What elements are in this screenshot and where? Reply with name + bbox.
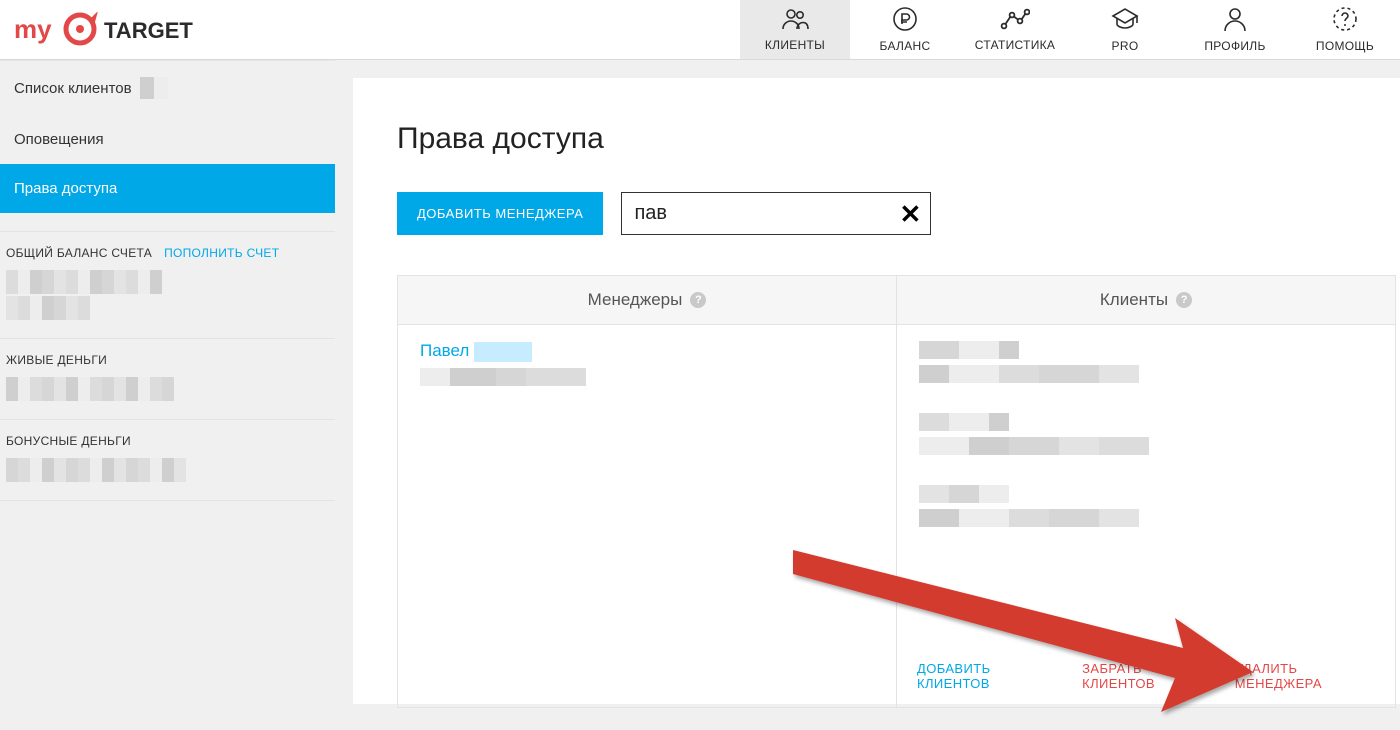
add-manager-button[interactable]: ДОБАВИТЬ МЕНЕДЖЕРА xyxy=(397,192,603,235)
redacted-value xyxy=(919,509,1373,527)
svg-text:my: my xyxy=(14,14,52,44)
redacted-value xyxy=(919,437,1373,455)
topnav-label: PRO xyxy=(1112,39,1139,53)
redacted-value xyxy=(919,341,1373,359)
managers-clients-grid: Менеджеры ? Павел xyxy=(397,275,1396,708)
balance-section: ОБЩИЙ БАЛАНС СЧЕТА ПОПОЛНИТЬ СЧЕТ xyxy=(0,231,335,339)
help-icon[interactable]: ? xyxy=(690,292,706,308)
sidebar-item-label: Права доступа xyxy=(14,180,117,197)
topnav-pro[interactable]: PRO xyxy=(1070,0,1180,59)
clients-icon xyxy=(780,7,810,34)
topnav-help[interactable]: ПОМОЩЬ xyxy=(1290,0,1400,59)
topnav-label: ПОМОЩЬ xyxy=(1316,39,1374,53)
balance-icon xyxy=(892,6,918,35)
help-icon xyxy=(1332,6,1358,35)
main-content: Права доступа ДОБАВИТЬ МЕНЕДЖЕРА ✕ Менед… xyxy=(353,78,1400,704)
live-money-section: ЖИВЫЕ ДЕНЬГИ xyxy=(0,339,335,420)
sidebar-item-label: Оповещения xyxy=(14,131,104,148)
delete-manager-link[interactable]: УДАЛИТЬ МЕНЕДЖЕРА xyxy=(1235,661,1375,691)
top-header: my TARGET КЛИЕНТЫ xyxy=(0,0,1400,60)
clear-search-icon[interactable]: ✕ xyxy=(899,201,921,227)
sidebar-item-notifications[interactable]: Оповещения xyxy=(0,115,335,164)
logo[interactable]: my TARGET xyxy=(0,0,740,59)
redacted-value xyxy=(6,377,325,401)
sidebar-item-clients-list[interactable]: Список клиентов xyxy=(0,61,335,115)
client-count-chip xyxy=(140,77,170,99)
toolbar: ДОБАВИТЬ МЕНЕДЖЕРА ✕ xyxy=(397,192,1400,235)
top-nav: КЛИЕНТЫ БАЛАНС СТАТИСТИКА xyxy=(740,0,1400,59)
page-title: Права доступа xyxy=(397,122,1400,156)
search-input[interactable] xyxy=(634,194,899,233)
live-money-label: ЖИВЫЕ ДЕНЬГИ xyxy=(6,353,107,367)
balance-label: ОБЩИЙ БАЛАНС СЧЕТА xyxy=(6,246,152,260)
topnav-label: БАЛАНС xyxy=(880,39,931,53)
redacted-value xyxy=(919,485,1373,503)
topnav-balance[interactable]: БАЛАНС xyxy=(850,0,960,59)
redacted-value xyxy=(6,296,325,320)
add-clients-link[interactable]: ДОБАВИТЬ КЛИЕНТОВ xyxy=(917,661,1054,691)
profile-icon xyxy=(1222,6,1248,35)
topup-link[interactable]: ПОПОЛНИТЬ СЧЕТ xyxy=(164,246,279,260)
list-item[interactable] xyxy=(919,485,1373,527)
topnav-label: ПРОФИЛЬ xyxy=(1204,39,1265,53)
column-header-managers: Менеджеры ? xyxy=(398,276,896,325)
bonus-money-label: БОНУСНЫЕ ДЕНЬГИ xyxy=(6,434,131,448)
redacted-value xyxy=(919,365,1373,383)
sidebar-item-access-rights[interactable]: Права доступа xyxy=(0,164,335,213)
sidebar-item-label: Список клиентов xyxy=(14,80,132,97)
topnav-label: КЛИЕНТЫ xyxy=(765,38,825,52)
remove-clients-link[interactable]: ЗАБРАТЬ КЛИЕНТОВ xyxy=(1082,661,1207,691)
search-field[interactable]: ✕ xyxy=(621,192,931,235)
column-header-clients: Клиенты ? xyxy=(897,276,1395,325)
redacted-value xyxy=(474,342,532,362)
row-actions: ДОБАВИТЬ КЛИЕНТОВ ЗАБРАТЬ КЛИЕНТОВ УДАЛИ… xyxy=(897,645,1395,707)
bonus-money-section: БОНУСНЫЕ ДЕНЬГИ xyxy=(0,420,335,501)
redacted-value xyxy=(6,458,325,482)
redacted-value xyxy=(420,368,874,386)
manager-name[interactable]: Павел xyxy=(420,341,874,362)
help-icon[interactable]: ? xyxy=(1176,292,1192,308)
topnav-stats[interactable]: СТАТИСТИКА xyxy=(960,0,1070,59)
list-item[interactable] xyxy=(919,341,1373,383)
pro-icon xyxy=(1110,6,1140,35)
redacted-value xyxy=(919,413,1373,431)
stats-icon xyxy=(1000,7,1030,34)
topnav-profile[interactable]: ПРОФИЛЬ xyxy=(1180,0,1290,59)
list-item[interactable] xyxy=(919,413,1373,455)
topnav-label: СТАТИСТИКА xyxy=(975,38,1055,52)
topnav-clients[interactable]: КЛИЕНТЫ xyxy=(740,0,850,59)
svg-text:TARGET: TARGET xyxy=(104,18,193,43)
sidebar: Список клиентов Оповещения Права доступа… xyxy=(0,60,335,704)
redacted-value xyxy=(6,270,325,294)
